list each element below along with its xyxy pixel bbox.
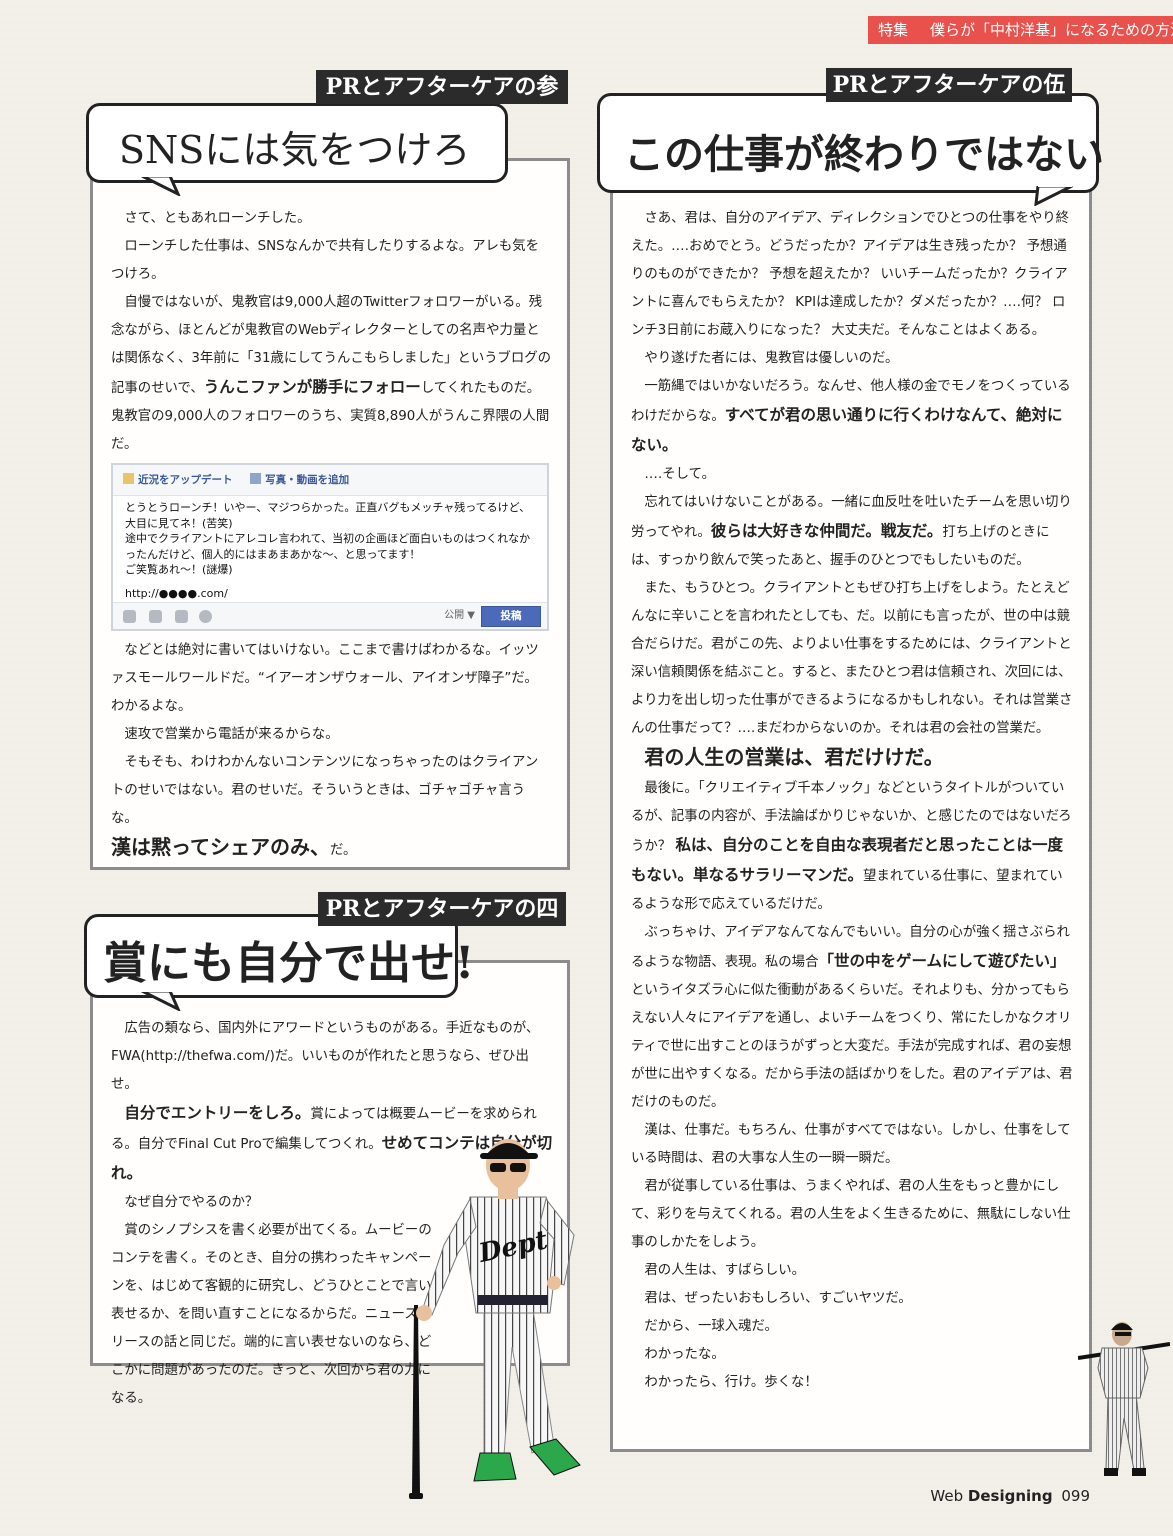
section-5-body: さあ、君は、自分のアイデア、ディレクションでひとつの仕事をやり終えた。‥‥おめで… [631, 205, 1073, 1397]
section-5-title: この仕事が終わりではない [624, 131, 1104, 178]
header-title: 僕らが「中村洋基」になるための方法 [930, 21, 1173, 39]
section-5-para: さあ、君は、自分のアイデア、ディレクションでひとつの仕事をやり終えた。‥‥おめで… [631, 211, 1070, 338]
section-3-para: そもそも、わけわかんないコンテンツになっちゃったのはクライアントのせいではない。… [111, 755, 539, 826]
section-4-title: 賞にも自分で出せ! [103, 938, 475, 989]
section-3-para: 自慢ではないが、鬼教官は9,000人超のTwitterフォロワーがいる。残念なが… [111, 295, 551, 452]
speech-tail [1034, 186, 1073, 206]
page-footer: Web Designing 099 [930, 1487, 1090, 1505]
section-3-para: さて、ともあれローンチした。 [124, 211, 311, 226]
page-number: 099 [1061, 1487, 1090, 1505]
footer-brand-bold: Designing [967, 1487, 1053, 1505]
section-3-para: 漢は黙ってシェアのみ、だ。 [111, 835, 357, 859]
section-5-para: 一筋縄ではいかないだろう。なんせ、他人様の金でモノをつくっているわけだからな。す… [631, 379, 1071, 454]
facebook-post-mockup: 近況をアップデート 写真・動画を追加 とうとうローンチ！いやー、マジつらかった。… [111, 463, 549, 631]
tag-people-icon [123, 610, 136, 623]
section-3-title-bubble: SNSには気をつけろ [86, 103, 508, 183]
section-5-para: わかったな。 [644, 1347, 725, 1362]
fb-tab-status: 近況をアップデート [138, 474, 233, 486]
section-5-para: 忘れてはいけないことがある。一緒に血反吐を吐いたチームを思い切り労ってやれ。彼ら… [631, 495, 1072, 568]
fb-line: 途中でクライアントにアレコレ言われて、当初の企画ほど面白いものはつくれなかったん… [125, 532, 531, 561]
camera-icon [175, 610, 188, 623]
fb-line: ご笑覧あれ〜！(謎爆) [125, 563, 233, 576]
section-5-para: 君は、ぜったいおもしろい、すごいヤツだ。 [644, 1291, 912, 1306]
section-4-para: 広告の類なら、国内外にアワードというものがある。手近なものが、FWA(http:… [111, 1021, 540, 1092]
section-5-ribbon: PRとアフターケアの伍 [826, 68, 1072, 102]
section-5-para: ‥‥そして。 [644, 467, 716, 482]
small-baseball-player-photo [1078, 1322, 1170, 1476]
section-5-big-line: 君の人生の営業は、君だけけだ。 [644, 745, 944, 769]
fb-post-toolbar: 公開 ▼ 投稿 [113, 602, 547, 629]
section-3-para: などとは絶対に書いてはいけない。ここまで書けばわかるな。イッツァスモールワールド… [111, 643, 539, 714]
fb-post-tabs: 近況をアップデート 写真・動画を追加 [113, 465, 547, 496]
section-3-para: ローンチした仕事は、SNSなんかで共有したりするよな。アレも気をつけろ。 [111, 239, 540, 282]
section-3-closing: 漢は黙ってシェアのみ、 [111, 835, 330, 859]
photo-icon [250, 473, 262, 484]
section-5-para: やり遂げた者には、鬼教官は優しいのだ。 [644, 351, 899, 366]
footer-brand-light: Web [930, 1487, 968, 1505]
fb-line: とうとうローンチ！いやー、マジつらかった。正直バグもメッチャ残ってるけど、大目に… [125, 501, 531, 530]
fb-privacy-select: 公開 ▼ [444, 610, 475, 621]
status-icon [123, 473, 134, 484]
section-5-para: 漢は、仕事だ。もちろん、仕事がすべてではない。しかし、仕事をしている時間は、君の… [631, 1123, 1071, 1166]
section-5-box: さあ、君は、自分のアイデア、ディレクションでひとつの仕事をやり終えた。‥‥おめで… [610, 178, 1092, 1452]
section-5-para: 最後に。「クリエイティブ千本ノック」などというタイトルがついているが、記事の内容… [631, 781, 1072, 912]
emoji-icon [199, 610, 212, 623]
section-5-para: 君の人生の営業は、君だけけだ。 [631, 743, 1073, 775]
section-5-para: 君が従事している仕事は、うまくやれば、君の人生をもっと豊かにして、彩りを与えてく… [631, 1179, 1071, 1250]
fb-post-button: 投稿 [481, 606, 541, 627]
section-5-para: だから、一球入魂だ。 [644, 1319, 778, 1334]
location-icon [149, 610, 162, 623]
magazine-page: 特集 僕らが「中村洋基」になるための方法 さて、ともあれローンチした。 ローンチし… [0, 0, 1173, 1536]
speech-tail [140, 176, 181, 196]
section-4-title-bubble: 賞にも自分で出せ! [84, 914, 474, 998]
section-header-tag: 特集 僕らが「中村洋基」になるための方法 [868, 16, 1173, 44]
speech-tail [140, 991, 181, 1011]
section-5-para: 君の人生は、すばらしい。 [644, 1263, 806, 1278]
fb-post-text: とうとうローンチ！いやー、マジつらかった。正直バグもメッチャ残ってるけど、大目に… [113, 496, 547, 582]
section-3-para: 速攻で営業から電話が来るからな。 [124, 727, 339, 742]
baseball-player-photo: Dept [409, 1139, 581, 1499]
section-4-ribbon: PRとアフターケアの四 [318, 892, 566, 926]
section-4-para: 賞のシノプシスを書く必要が出てくる。ムービーのコンテを書く。そのとき、自分の携わ… [111, 1223, 432, 1406]
section-3-title: SNSには気をつけろ [119, 128, 471, 172]
section-5-para: また、もうひとつ。クライアントともぜひ打ち上げをしよう。たとえどんなに辛いことを… [631, 581, 1073, 736]
section-3-box: さて、ともあれローンチした。 ローンチした仕事は、SNSなんかで共有したりするよ… [90, 158, 570, 870]
fb-tab-photo: 写真・動画を追加 [265, 474, 350, 486]
section-3-body: さて、ともあれローンチした。 ローンチした仕事は、SNSなんかで共有したりするよ… [111, 205, 551, 865]
header-label: 特集 [878, 21, 909, 39]
section-5-para: ぶっちゃけ、アイデアなんてなんでもいい。自分の心が強く揺さぶられるような物語、表… [631, 925, 1073, 1110]
section-5-para: わかったら、行け。歩くな！ [644, 1375, 818, 1390]
section-5-title-bubble: この仕事が終わりではない [597, 93, 1104, 193]
section-3-emphasis: うんこファンが勝手にフォロー [203, 378, 421, 396]
section-3-ribbon: PRとアフターケアの参 [316, 70, 568, 104]
